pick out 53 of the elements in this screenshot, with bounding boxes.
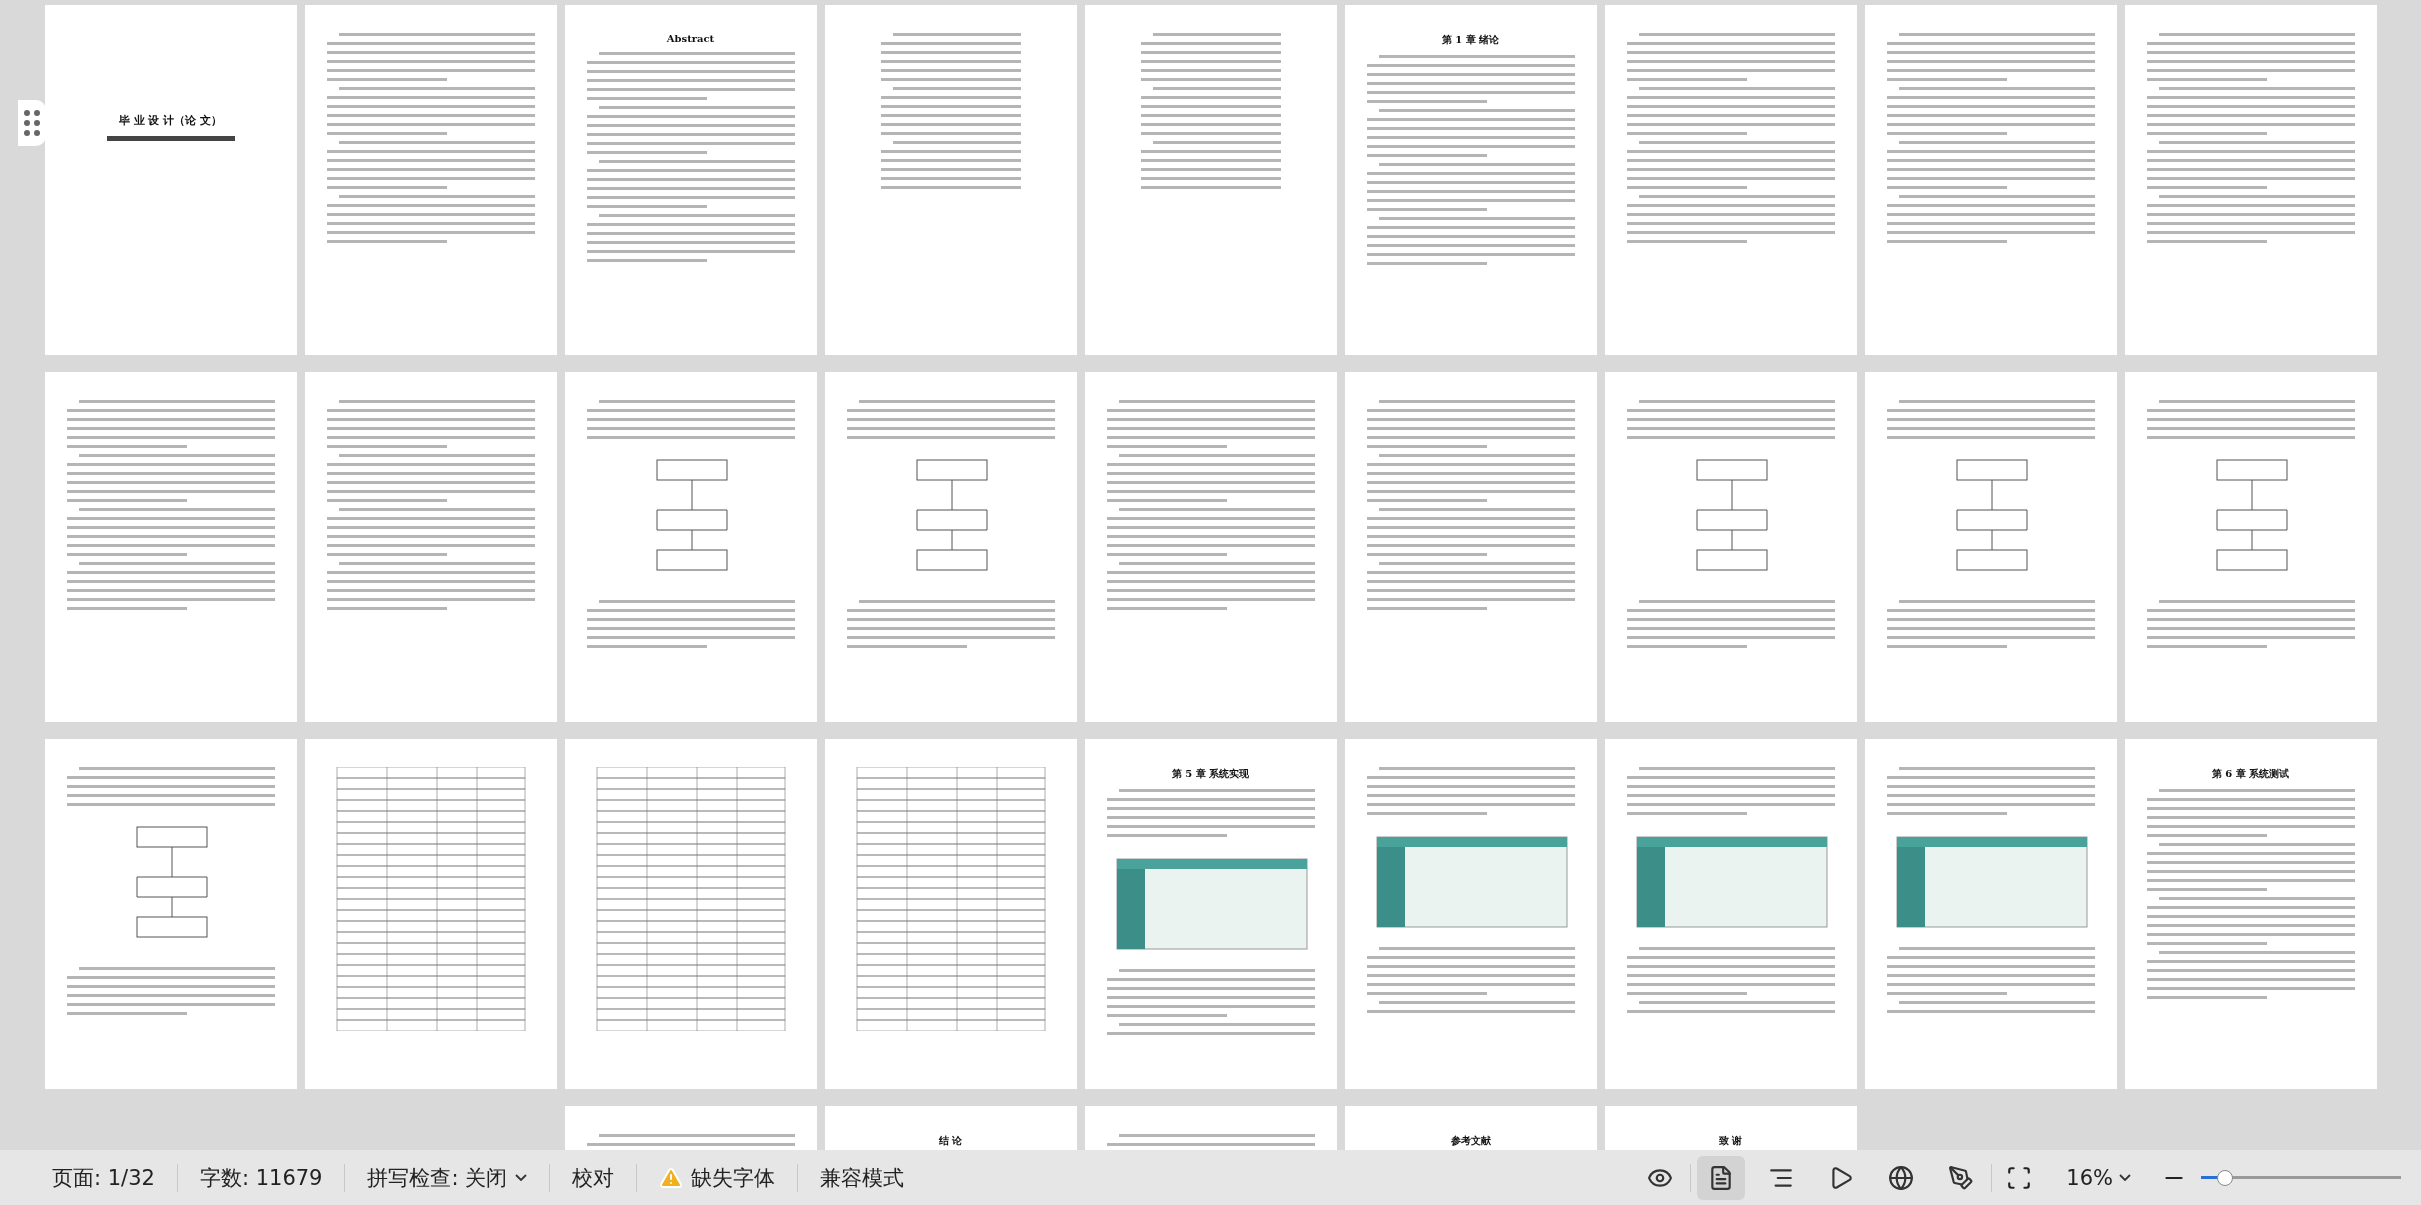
drag-handle[interactable] <box>18 100 46 146</box>
page-view-button[interactable] <box>1697 1155 1746 1200</box>
document-page[interactable] <box>1864 372 2117 722</box>
document-page[interactable] <box>44 739 297 1089</box>
document-page[interactable] <box>304 372 557 722</box>
document-page[interactable]: 毕 业 设 计（论 文） <box>44 5 297 355</box>
page-heading: 结 论 <box>938 1134 963 1148</box>
document-page[interactable] <box>1604 739 1857 1089</box>
missing-fonts-button[interactable]: 缺失字体 <box>683 1163 798 1192</box>
document-page[interactable] <box>564 372 817 722</box>
document-page[interactable] <box>1084 5 1337 355</box>
page-heading: 第 5 章 系统实现 <box>1171 767 1250 781</box>
document-page[interactable] <box>44 372 297 722</box>
document-page[interactable] <box>1344 372 1597 722</box>
spell-check-button[interactable]: 拼写检查: 关闭 <box>345 1163 550 1192</box>
document-page[interactable] <box>1604 5 1857 355</box>
document-page[interactable] <box>2124 5 2377 355</box>
document-page[interactable] <box>304 739 557 1089</box>
page-heading: 第 1 章 绪论 <box>1441 33 1500 47</box>
page-heading: 毕 业 设 计（论 文） <box>118 113 223 128</box>
document-page[interactable] <box>824 372 1077 722</box>
document-page[interactable] <box>1084 372 1337 722</box>
zoom-percent[interactable]: 16% <box>2046 1165 2119 1190</box>
compat-mode-label: 兼容模式 <box>819 1164 906 1192</box>
page-heading: 致 谢 <box>1718 1134 1743 1148</box>
globe-icon <box>1888 1164 1915 1191</box>
warning-icon <box>659 1165 684 1190</box>
document-page[interactable] <box>824 739 1077 1089</box>
fit-page-icon[interactable] <box>2006 1164 2033 1191</box>
document-page[interactable] <box>2124 372 2377 722</box>
document-page[interactable]: Abstract <box>564 5 817 355</box>
caret-icon <box>515 1174 528 1181</box>
document-page[interactable] <box>824 5 1077 355</box>
document-page[interactable]: 第 5 章 系统实现 <box>1084 739 1337 1089</box>
page-indicator: 页面: 1/32 <box>51 1164 156 1192</box>
word-count[interactable]: 字数: 11679 <box>177 1163 345 1192</box>
page-heading: 参考文献 <box>1450 1134 1491 1148</box>
document-page[interactable] <box>564 739 817 1089</box>
document-page[interactable] <box>1604 372 1857 722</box>
document-page[interactable]: 参考文献 <box>1344 1106 1597 1150</box>
page-heading: 第 6 章 系统测试 <box>2211 767 2290 781</box>
caret-icon <box>2119 1174 2131 1181</box>
document-page[interactable]: 结 论 <box>824 1106 1077 1150</box>
pen-icon <box>1948 1164 1975 1191</box>
page-heading: Abstract <box>666 33 715 44</box>
document-page[interactable]: 第 6 章 系统测试 <box>2124 739 2377 1089</box>
document-page[interactable] <box>1864 5 2117 355</box>
document-page[interactable] <box>304 5 557 355</box>
document-page[interactable] <box>1344 739 1597 1089</box>
document-page[interactable]: 第 1 章 绪论 <box>1344 5 1597 355</box>
document-page[interactable] <box>1864 739 2117 1089</box>
document-page[interactable]: 致 谢 <box>1604 1106 1857 1150</box>
proofread-button[interactable]: 校对 <box>550 1163 637 1192</box>
